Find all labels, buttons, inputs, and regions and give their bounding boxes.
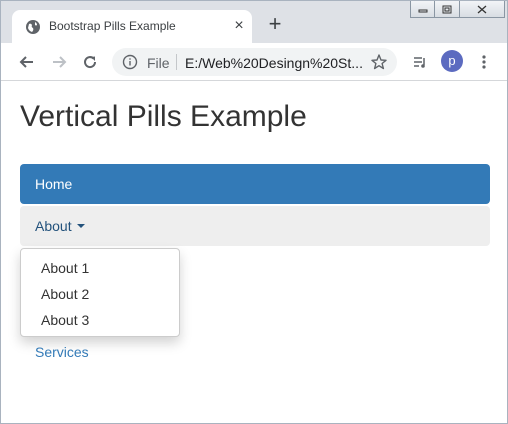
forward-arrow-icon bbox=[53, 56, 67, 68]
close-window-button[interactable] bbox=[460, 1, 505, 18]
menu-button[interactable] bbox=[474, 52, 494, 72]
page-title: Vertical Pills Example bbox=[20, 100, 307, 133]
reload-icon bbox=[84, 56, 97, 69]
dropdown-item-about-1[interactable]: About 1 bbox=[41, 260, 89, 276]
pill-home-label: Home bbox=[35, 176, 73, 192]
forward-button[interactable] bbox=[49, 52, 69, 72]
caret-down-icon bbox=[76, 224, 85, 229]
reload-button[interactable] bbox=[80, 52, 100, 72]
url-text[interactable]: E:/Web%20Desingn%20St... bbox=[185, 55, 363, 71]
new-tab-button[interactable]: + bbox=[265, 13, 285, 36]
browser-tab[interactable]: Bootstrap Pills Example × bbox=[12, 10, 252, 43]
tab-title: Bootstrap Pills Example bbox=[49, 19, 176, 33]
tab-strip: Bootstrap Pills Example × + bbox=[1, 1, 507, 43]
pill-about-dropdown-toggle[interactable]: About bbox=[20, 206, 490, 246]
back-arrow-icon bbox=[19, 56, 33, 68]
back-button[interactable] bbox=[17, 52, 37, 72]
browser-toolbar: File E:/Web%20Desingn%20St... bbox=[1, 43, 507, 81]
minimize-button[interactable] bbox=[410, 1, 435, 18]
pill-home[interactable]: Home bbox=[20, 164, 490, 204]
dropdown-item-about-3[interactable]: About 3 bbox=[41, 312, 89, 328]
bookmark-star-icon[interactable] bbox=[370, 53, 388, 71]
browser-window: Bootstrap Pills Example × + File E:/Web%… bbox=[0, 0, 508, 424]
profile-avatar[interactable]: p bbox=[441, 50, 463, 72]
address-bar[interactable]: File E:/Web%20Desingn%20St... bbox=[112, 48, 397, 76]
restore-icon bbox=[442, 5, 452, 13]
about-dropdown-menu: About 1 About 2 About 3 bbox=[20, 248, 180, 337]
scheme-label: File bbox=[147, 55, 170, 71]
minimize-icon bbox=[418, 9, 427, 13]
globe-icon bbox=[26, 20, 40, 34]
info-icon[interactable] bbox=[122, 54, 138, 70]
pill-services[interactable]: Services bbox=[35, 344, 89, 360]
address-separator bbox=[176, 54, 177, 70]
close-icon bbox=[477, 5, 487, 13]
restore-button[interactable] bbox=[435, 1, 460, 18]
window-controls bbox=[410, 1, 505, 19]
playlist-icon bbox=[414, 57, 425, 68]
media-button[interactable] bbox=[410, 52, 430, 72]
more-vertical-icon bbox=[482, 55, 486, 69]
tab-close-icon[interactable]: × bbox=[231, 17, 247, 35]
dropdown-item-about-2[interactable]: About 2 bbox=[41, 286, 89, 302]
pill-about-label: About bbox=[35, 218, 72, 234]
